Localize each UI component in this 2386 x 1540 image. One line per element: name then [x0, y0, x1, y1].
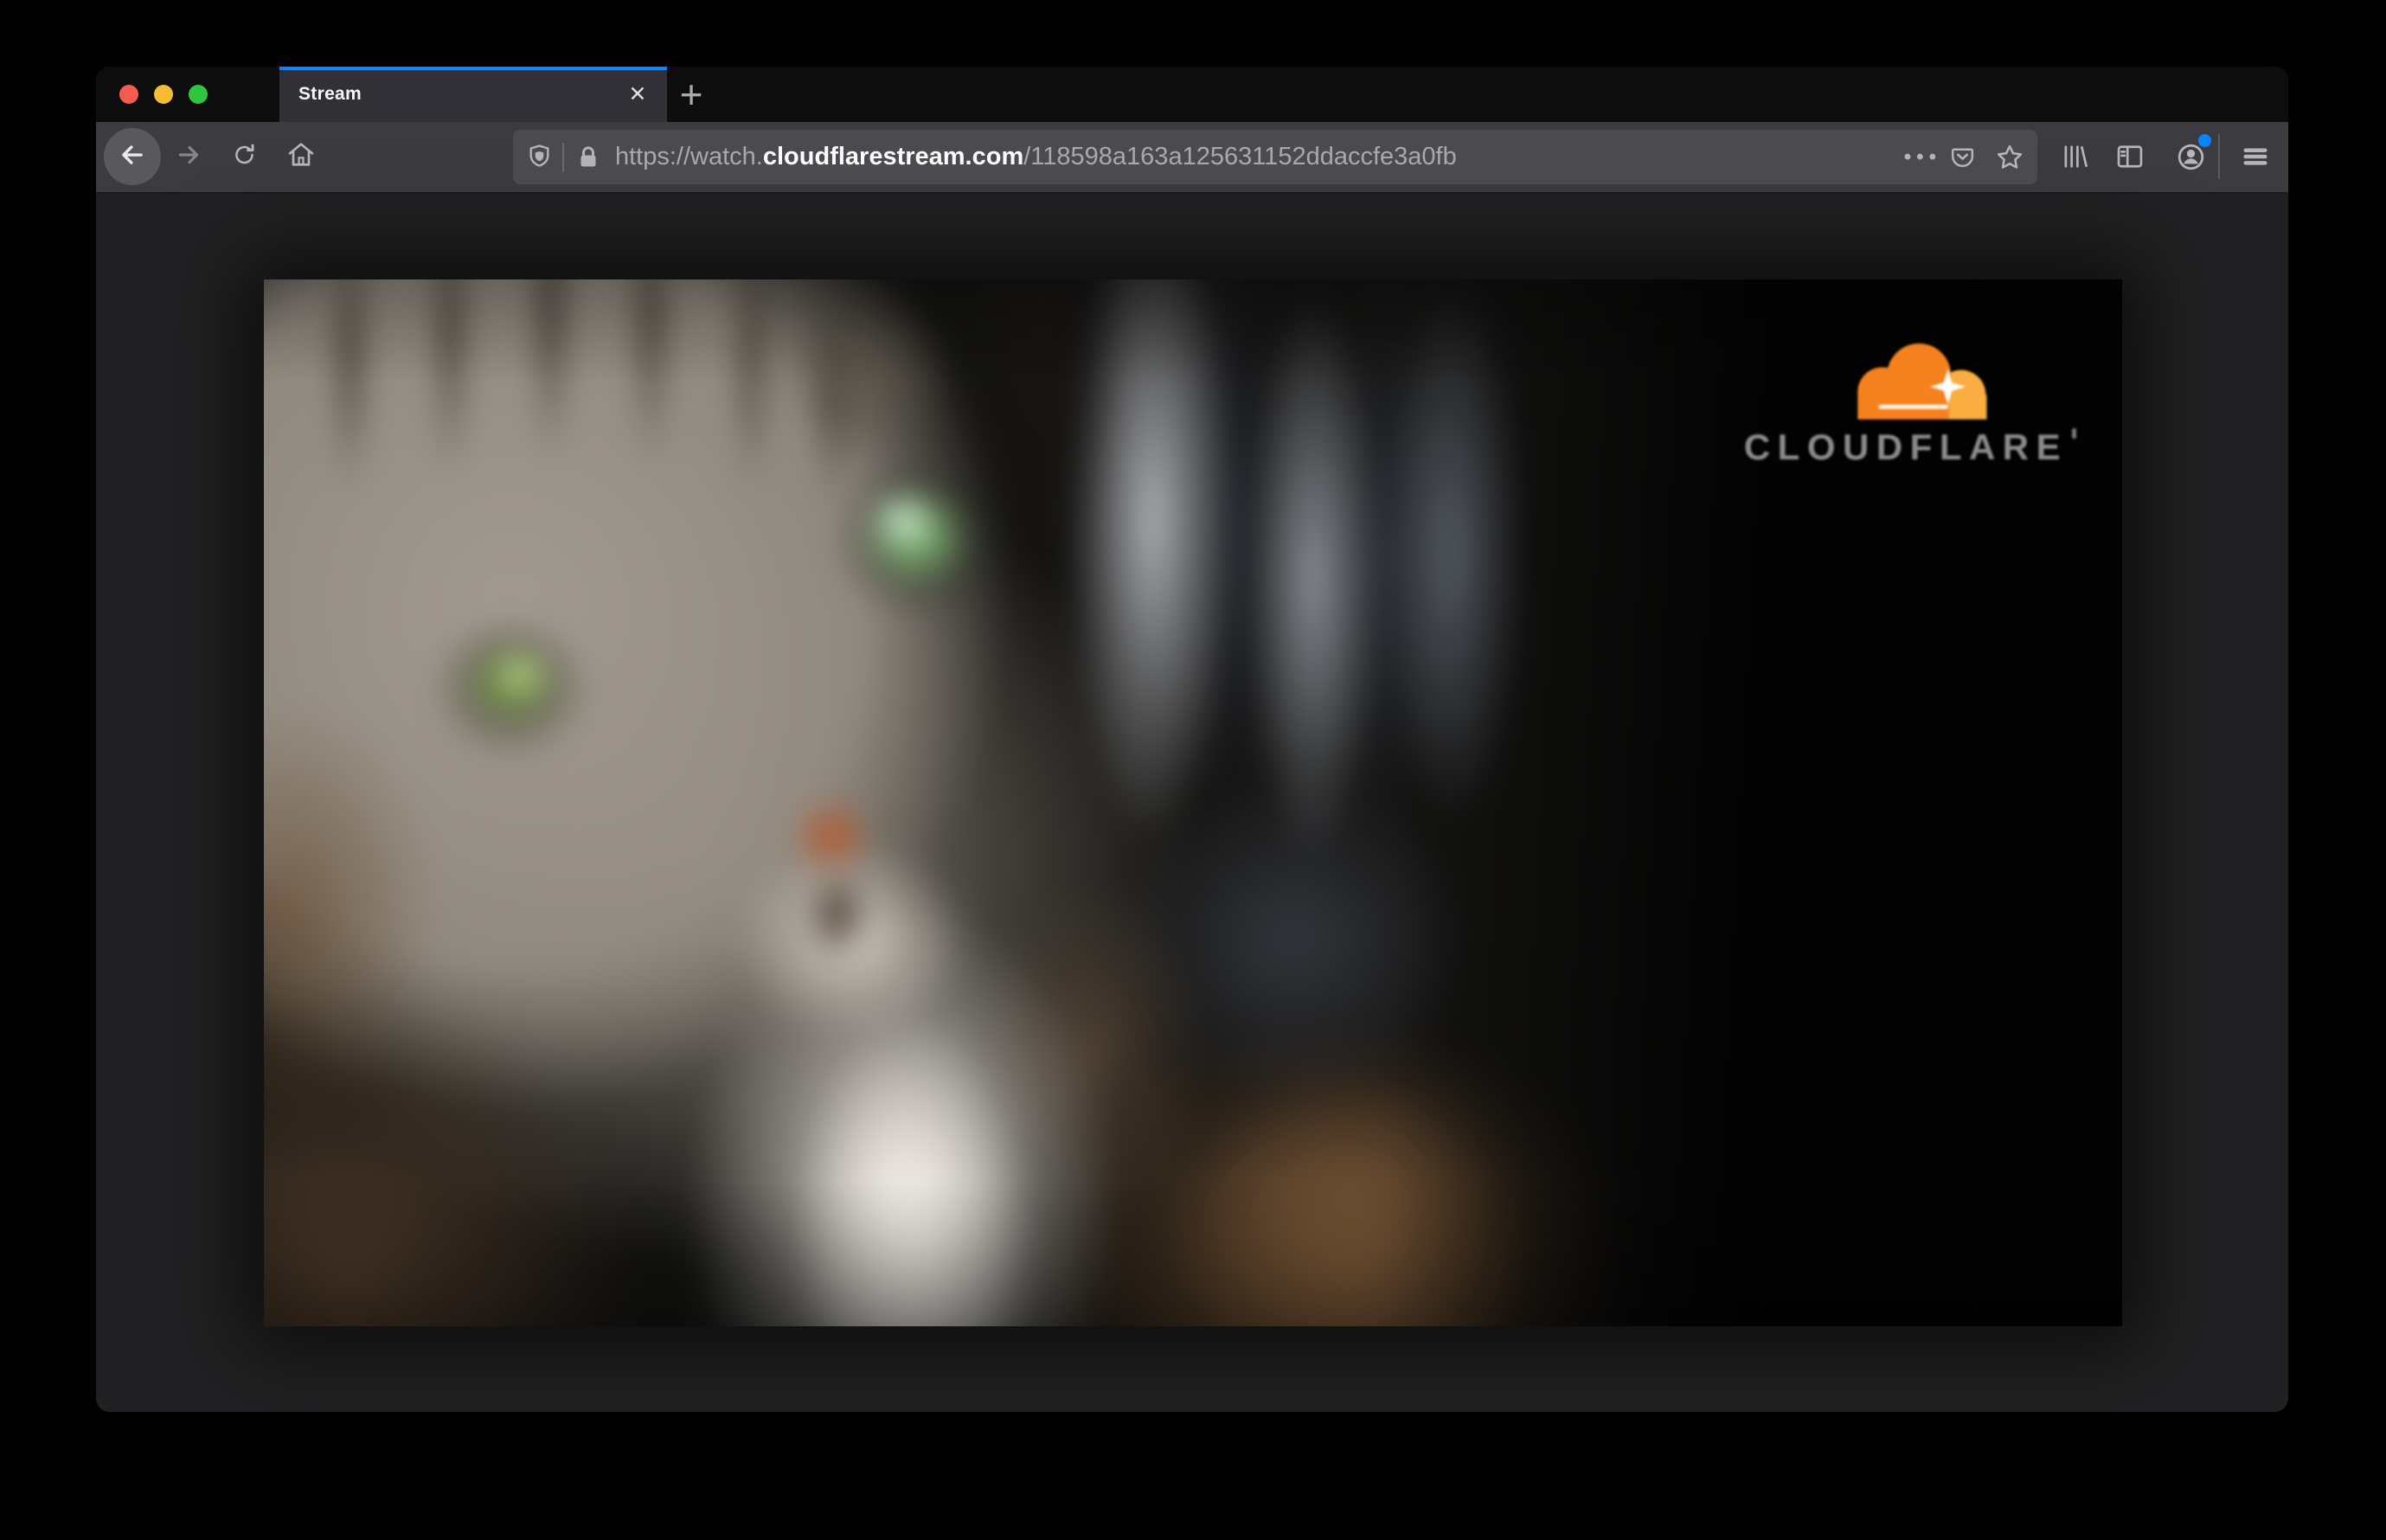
video-player[interactable]: CLOUDFLARE	[264, 279, 2122, 1326]
trademark-mark	[2072, 428, 2077, 439]
back-button[interactable]	[104, 128, 161, 185]
forward-button[interactable]	[164, 132, 213, 181]
reload-icon	[230, 140, 260, 174]
home-button[interactable]	[277, 132, 325, 181]
reload-button[interactable]	[221, 132, 269, 181]
window-zoom-button[interactable]	[189, 85, 208, 104]
url-host: cloudflarestream.com	[762, 143, 1024, 170]
cloudflare-logo: CLOUDFLARE	[1741, 328, 2077, 468]
page-actions-icon[interactable]: •••	[1904, 145, 1941, 170]
pocket-icon[interactable]	[1948, 143, 1977, 171]
home-icon	[285, 139, 317, 175]
toolbar-divider	[2218, 134, 2220, 179]
account-notification-badge	[2198, 134, 2211, 147]
bookmark-star-icon[interactable]	[1994, 142, 2025, 173]
tab-bar: Stream ✕ +	[96, 67, 2288, 122]
navigation-toolbar: https://watch.cloudflarestream.com/11859…	[96, 122, 2288, 194]
tab-close-icon[interactable]: ✕	[622, 79, 653, 110]
url-path: /118598a163a125631152ddaccfe3a0fb	[1023, 143, 1457, 170]
url-prefix: https://watch.	[615, 143, 763, 170]
back-icon	[117, 139, 148, 175]
forward-icon	[174, 140, 203, 174]
menu-icon[interactable]	[2231, 132, 2280, 181]
browser-window: Stream ✕ + https://watch.cloudflarestrea…	[96, 67, 2288, 1412]
desktop-background: Stream ✕ + https://watch.cloudflarestrea…	[0, 0, 2386, 1540]
urlbar-divider	[562, 142, 564, 172]
url-bar[interactable]: https://watch.cloudflarestream.com/11859…	[513, 130, 2037, 184]
library-icon[interactable]	[2050, 132, 2099, 181]
cloudflare-wordmark: CLOUDFLARE	[1744, 427, 2077, 468]
tab-title: Stream	[298, 84, 362, 104]
url-text[interactable]: https://watch.cloudflarestream.com/11859…	[615, 143, 1457, 171]
sidebar-icon[interactable]	[2106, 132, 2154, 181]
window-close-button[interactable]	[119, 85, 138, 104]
lock-icon[interactable]	[575, 144, 601, 171]
active-tab-indicator	[279, 67, 667, 70]
page-content: CLOUDFLARE	[96, 194, 2288, 1412]
window-minimize-button[interactable]	[154, 85, 173, 104]
cloudflare-cloud-icon	[1857, 343, 1987, 420]
tracking-protection-icon[interactable]	[526, 143, 553, 172]
account-icon[interactable]	[2166, 132, 2215, 181]
window-controls	[119, 85, 208, 104]
tab-stream[interactable]: Stream ✕	[279, 67, 667, 122]
new-tab-button[interactable]: +	[670, 72, 712, 117]
